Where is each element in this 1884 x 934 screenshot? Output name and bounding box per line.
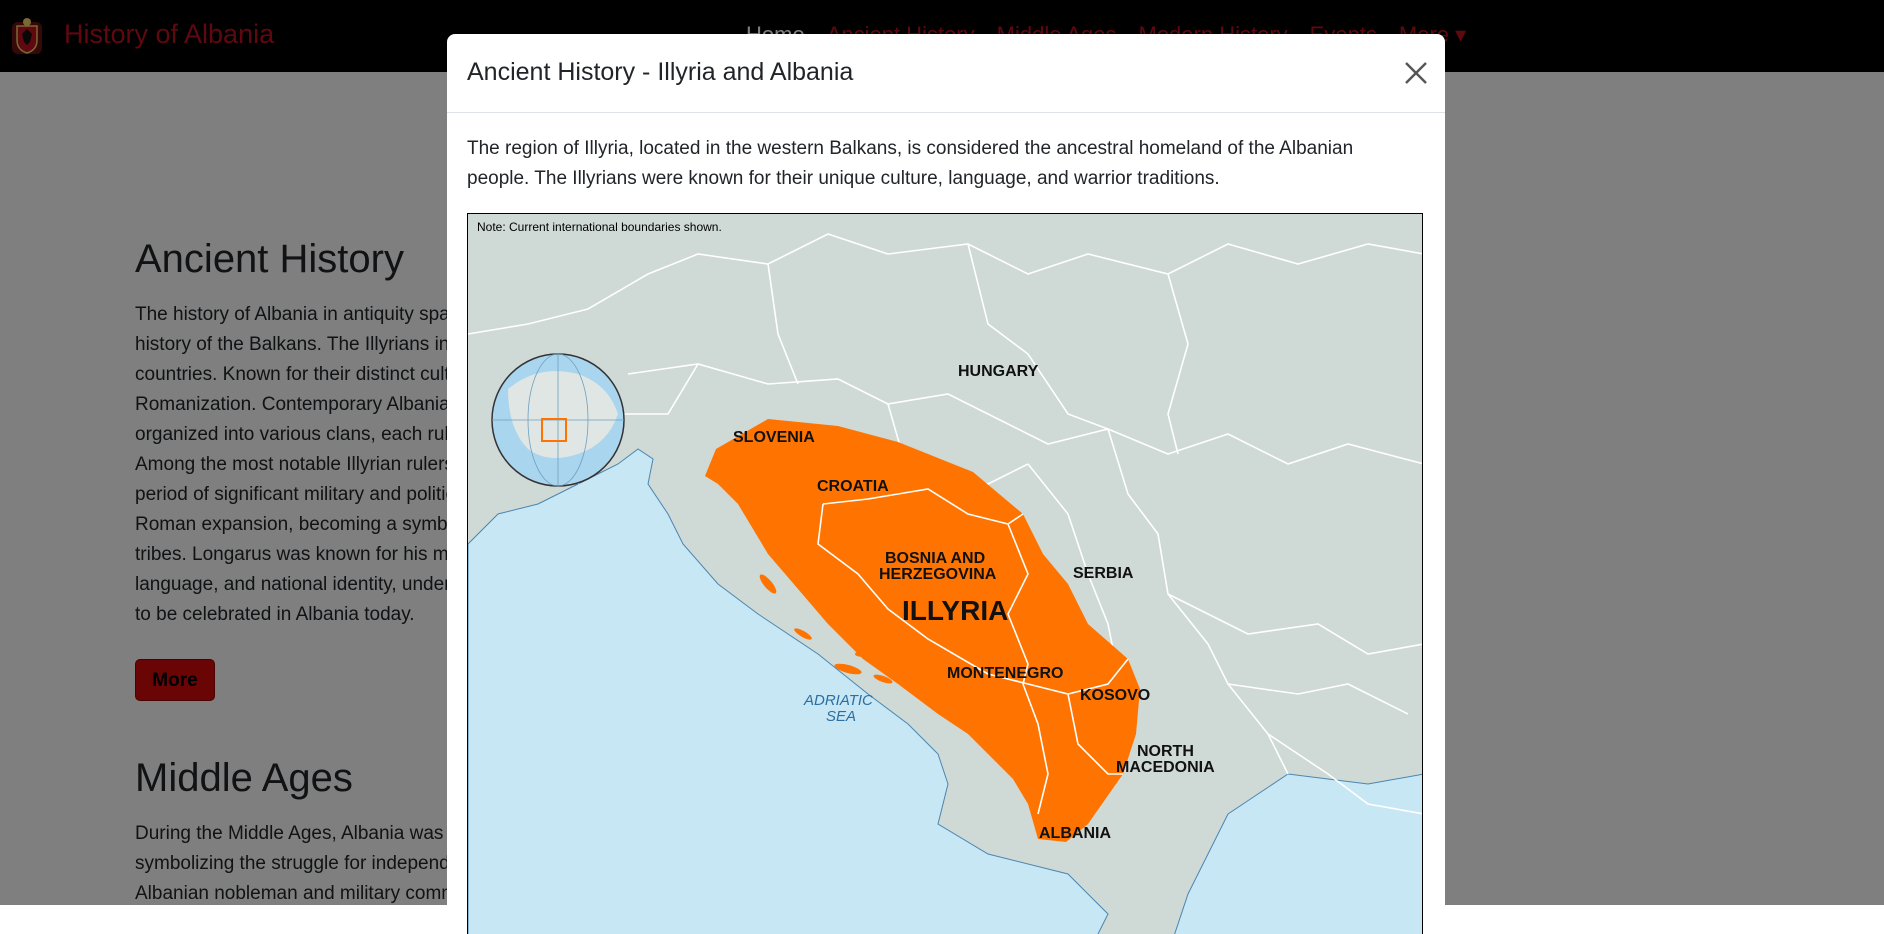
map-note: Note: Current international boundaries s… [477,220,722,234]
east-sea [1174,773,1422,934]
globe-inset [491,353,625,487]
label-north-macedonia-2: MACEDONIA [1116,759,1215,776]
modal-title: Ancient History - Illyria and Albania [467,58,854,86]
label-adriatic-sea-2: SEA [826,708,857,725]
label-albania: ALBANIA [1039,825,1111,842]
label-illyria: ILLYRIA [902,595,1009,626]
label-kosovo: KOSOVO [1080,687,1151,704]
label-serbia: SERBIA [1073,565,1134,582]
modal-dialog: Ancient History - Illyria and Albania Th… [447,34,1445,934]
label-adriatic-sea-1: ADRIATIC [804,692,873,709]
modal-header: Ancient History - Illyria and Albania [447,34,1445,113]
label-croatia: CROATIA [817,478,889,495]
modal-body-text: The region of Illyria, located in the we… [467,138,1354,189]
label-montenegro: MONTENEGRO [947,665,1064,682]
illyria-map: Note: Current international boundaries s… [467,213,1423,934]
label-slovenia: SLOVENIA [733,429,815,446]
label-bosnia-2: HERZEGOVINA [879,566,997,583]
label-hungary: HUNGARY [958,363,1039,380]
close-icon[interactable] [1401,58,1431,88]
